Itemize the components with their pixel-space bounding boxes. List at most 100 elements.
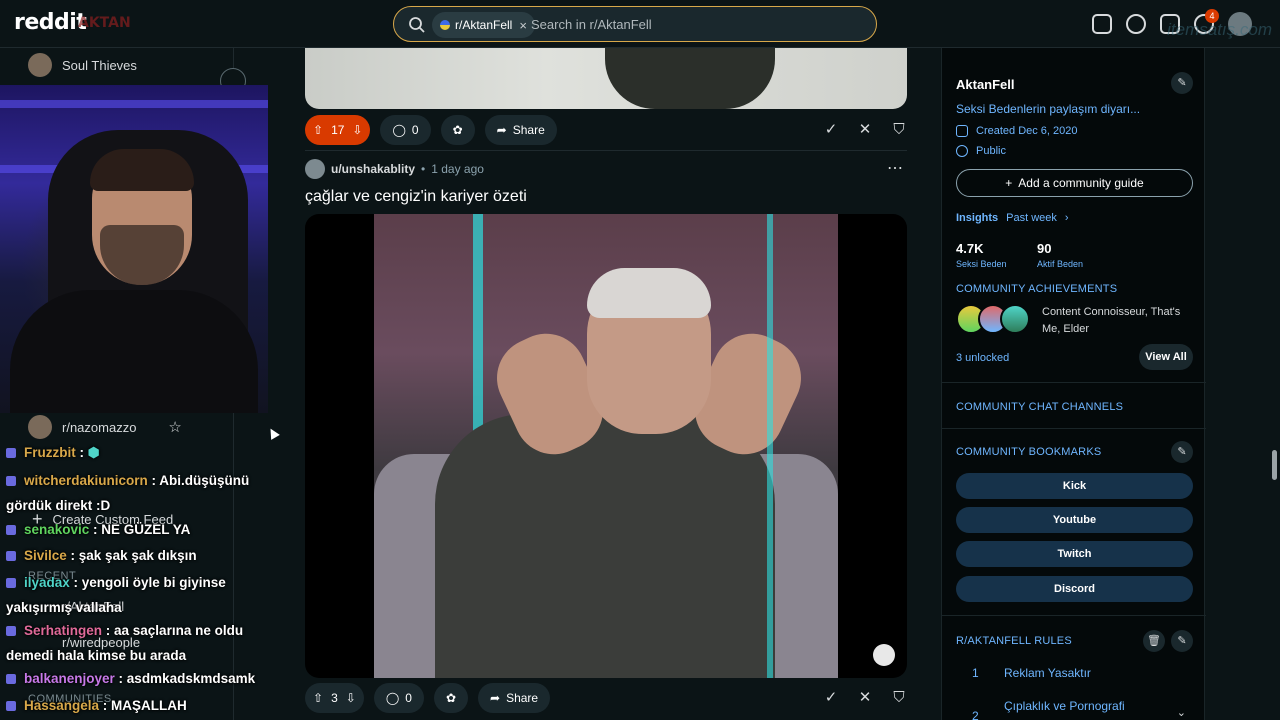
- edit-pencil-icon[interactable]: ✎: [1171, 630, 1193, 652]
- guide-button-label: Add a community guide: [1018, 176, 1144, 190]
- comment-count: 0: [411, 123, 419, 137]
- chat-text: asdmkadskmdsamk: [126, 671, 256, 686]
- post-title[interactable]: çağlar ve cengiz'in kariyer özeti: [305, 188, 527, 206]
- streamer-hair: [90, 149, 194, 191]
- chat-message: balkanenjoyer : asdmkadskmdsamk: [6, 666, 264, 691]
- chat-badge-icon: [6, 674, 16, 684]
- award-button[interactable]: ✿: [433, 683, 468, 713]
- visibility-label: Public: [976, 145, 1006, 157]
- video-person-hair: [587, 268, 711, 318]
- award-icon: ✿: [445, 691, 456, 705]
- edit-pencil-icon[interactable]: ✎: [1171, 72, 1193, 94]
- bookmark-kick-button[interactable]: Kick: [956, 473, 1193, 499]
- previous-post-image[interactable]: [305, 48, 907, 109]
- shield-icon[interactable]: ⛉: [891, 122, 907, 138]
- chat-message: ilyadax : yengoli öyle bi giyinse yakışı…: [6, 575, 226, 615]
- community-avatar: [28, 415, 52, 439]
- search-bar[interactable]: r/AktanFell × Search in r/AktanFell: [393, 6, 877, 42]
- edit-pencil-icon[interactable]: ✎: [1171, 441, 1193, 463]
- view-all-button[interactable]: View All: [1139, 344, 1193, 370]
- trash-icon[interactable]: 🗑: [1143, 630, 1165, 652]
- chat-channels-heading[interactable]: COMMUNITY CHAT CHANNELS: [956, 401, 1123, 413]
- search-placeholder[interactable]: Search in r/AktanFell: [531, 17, 652, 32]
- streamer-webcam: [0, 85, 268, 413]
- post-author[interactable]: u/unshakablity: [331, 162, 415, 176]
- achievement-badges[interactable]: [956, 304, 1032, 336]
- community-avatar: [28, 53, 52, 77]
- close-icon[interactable]: ×: [519, 18, 527, 33]
- chat-username: ilyadax: [24, 575, 70, 590]
- post-actions-bar: ⇧ 17 ⇩ ◯ 0 ✿ ➦ Share: [305, 115, 557, 145]
- shield-icon[interactable]: ⛉: [891, 690, 907, 706]
- emote-icon: ⬢: [87, 445, 100, 460]
- chat-text: MAŞALLAH: [111, 698, 187, 713]
- chat-message: Serhatingen : aa saçlarına ne oldu demed…: [6, 623, 244, 663]
- online-label: Aktif Beden: [1037, 259, 1084, 269]
- logo-overlay-text: AKTAN: [78, 15, 131, 31]
- bookmark-youtube-button[interactable]: Youtube: [956, 507, 1193, 533]
- shelf-light: [0, 100, 268, 108]
- remove-icon[interactable]: ✕: [857, 690, 873, 706]
- rule-number: 1: [972, 666, 979, 680]
- author-avatar[interactable]: [305, 159, 325, 179]
- chat-username: Serhatingen: [24, 623, 103, 638]
- subreddit-search-chip[interactable]: r/AktanFell ×: [432, 12, 535, 38]
- page-scrollbar[interactable]: [1272, 450, 1277, 480]
- reddit-logo[interactable]: reddit: [14, 10, 87, 35]
- achievements-list: Content Connoisseur, That's Me, Elder: [1042, 306, 1181, 335]
- add-community-guide-button[interactable]: + Add a community guide: [956, 169, 1193, 197]
- share-button[interactable]: ➦ Share: [484, 115, 557, 145]
- subreddit-icon: [440, 20, 450, 30]
- star-icon[interactable]: ☆: [168, 418, 181, 436]
- divider: [942, 428, 1206, 429]
- comment-count: 0: [405, 691, 412, 705]
- plus-icon: +: [1005, 176, 1013, 190]
- bookmark-discord-button[interactable]: Discord: [956, 576, 1193, 602]
- video-light-edge: [767, 214, 773, 678]
- image-figure: [605, 48, 775, 109]
- chat-icon[interactable]: [1126, 14, 1146, 34]
- advertise-icon[interactable]: [1092, 14, 1112, 34]
- chat-badge-icon: [6, 551, 16, 561]
- video-player[interactable]: [305, 214, 907, 678]
- cake-icon: [956, 125, 968, 137]
- remove-icon[interactable]: ✕: [857, 122, 873, 138]
- chat-badge-icon: [6, 626, 16, 636]
- vote-count: 17: [331, 123, 345, 137]
- downvote-icon[interactable]: ⇩: [352, 123, 362, 137]
- comments-button[interactable]: ◯ 0: [380, 115, 431, 145]
- sidebar-item-soul-thieves[interactable]: Soul Thieves: [28, 53, 137, 77]
- more-options-icon[interactable]: ⋯: [887, 158, 903, 178]
- upvote-icon[interactable]: ⇧: [313, 691, 323, 705]
- chat-badge-icon: [6, 448, 16, 458]
- award-button[interactable]: ✿: [440, 115, 475, 145]
- chat-message: Hassangela : MAŞALLAH: [6, 693, 264, 718]
- mod-actions: ✓ ✕ ⛉: [823, 122, 907, 138]
- post-meta: u/unshakablity • 1 day ago: [305, 159, 484, 179]
- chat-username: senakovic: [24, 522, 90, 537]
- sidebar-item-nazomazzo[interactable]: r/nazomazzo ☆: [28, 415, 182, 439]
- comments-button[interactable]: ◯ 0: [373, 683, 424, 713]
- downvote-icon[interactable]: ⇩: [346, 691, 356, 705]
- globe-icon: [956, 145, 968, 157]
- upvote-icon[interactable]: ⇧: [313, 123, 323, 137]
- insights-header[interactable]: Insights Past week ›: [956, 212, 1069, 224]
- approve-icon[interactable]: ✓: [823, 690, 839, 706]
- rule-item[interactable]: 1 Reklam Yasaktır: [972, 666, 1091, 680]
- chat-badge-icon: [6, 476, 16, 486]
- rule-item[interactable]: 2 Çıplaklık ve Pornografi: [972, 699, 1125, 720]
- member-count: 4.7K: [956, 241, 984, 256]
- share-label: Share: [512, 123, 545, 137]
- chevron-down-icon[interactable]: ⌄: [1177, 706, 1186, 719]
- community-sidebar: AktanFell ✎ Seksi Bedenlerin paylaşım di…: [941, 48, 1206, 720]
- chat-badge-icon: [6, 578, 16, 588]
- bookmark-twitch-button[interactable]: Twitch: [956, 541, 1193, 567]
- post-actions-bar: ⇧ 3 ⇩ ◯ 0 ✿ ➦ Share: [305, 683, 551, 713]
- community-name: AktanFell: [956, 77, 1015, 92]
- unlocked-count: 3 unlocked: [956, 352, 1010, 364]
- rule-text: Çıplaklık ve Pornografi: [1004, 699, 1125, 713]
- volume-icon[interactable]: [873, 644, 895, 666]
- online-stat: 90 Aktif Beden: [1037, 241, 1083, 269]
- approve-icon[interactable]: ✓: [823, 122, 839, 138]
- share-button[interactable]: ➦ Share: [478, 683, 551, 713]
